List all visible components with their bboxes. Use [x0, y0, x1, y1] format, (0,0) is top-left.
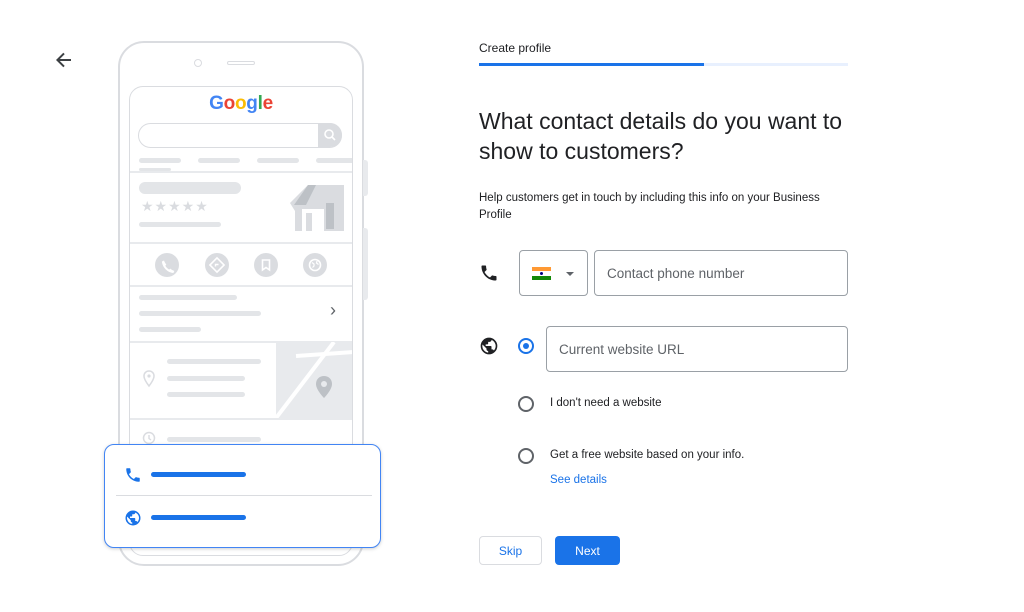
- arrow-back-icon: [56, 52, 71, 68]
- free-website-label[interactable]: Get a free website based on your info.: [550, 449, 744, 461]
- location-pin-icon: [143, 370, 155, 388]
- skip-button[interactable]: Skip: [479, 536, 542, 565]
- card-divider: [116, 495, 372, 496]
- website-url-radio[interactable]: [518, 338, 534, 354]
- mock-call-action: [155, 253, 179, 277]
- back-button[interactable]: [52, 48, 76, 72]
- phone-icon: [126, 468, 140, 482]
- mock-save-action: [254, 253, 278, 277]
- mock-line: [139, 327, 201, 332]
- india-flag-icon: [532, 267, 551, 280]
- phone-icon: [481, 265, 497, 281]
- mock-line: [167, 392, 245, 397]
- mock-divider: [130, 285, 352, 287]
- help-text: Help customers get in touch by including…: [479, 192, 820, 221]
- mock-tab: [139, 158, 181, 163]
- globe-icon: [480, 337, 498, 355]
- mock-tab: [198, 158, 240, 163]
- search-icon: [324, 129, 336, 141]
- phone-line-placeholder: [151, 472, 246, 477]
- phone-icon: [161, 260, 175, 273]
- globe-icon: [125, 510, 141, 526]
- country-code-select[interactable]: [519, 250, 588, 296]
- mock-tab: [257, 158, 299, 163]
- website-url-input[interactable]: [546, 326, 848, 372]
- logo-letter: G: [209, 93, 224, 114]
- mock-divider: [130, 418, 352, 420]
- google-logo: Google: [130, 93, 352, 115]
- mock-tab: [316, 158, 352, 163]
- mock-search-bar: [138, 123, 342, 148]
- clock-icon: [142, 431, 156, 445]
- mock-line: [139, 311, 261, 316]
- phone-camera: [194, 59, 202, 67]
- mock-directions-action: [205, 253, 229, 277]
- phone-number-input[interactable]: [594, 250, 848, 296]
- mock-rating-stars: ★★★★★: [141, 198, 209, 214]
- phone-speaker: [227, 61, 255, 65]
- progress-fill: [479, 63, 705, 66]
- mock-line: [167, 359, 261, 364]
- page-heading: What contact details do you want to show…: [479, 108, 843, 164]
- mock-website-action: [303, 253, 327, 277]
- next-button[interactable]: Next: [555, 536, 620, 565]
- mock-business-name: [139, 182, 241, 194]
- logo-letter: g: [246, 93, 258, 114]
- chevron-down-icon: [566, 272, 574, 276]
- logo-letter: o: [223, 93, 236, 114]
- step-label: Create profile: [479, 41, 552, 55]
- mock-line: [139, 295, 237, 300]
- mock-line: [167, 437, 261, 442]
- phone-side-button: [363, 228, 368, 300]
- website-line-placeholder: [151, 515, 246, 520]
- logo-letter: e: [262, 93, 274, 114]
- no-website-label[interactable]: I don't need a website: [550, 397, 662, 409]
- no-website-radio[interactable]: [518, 396, 534, 412]
- mock-search-button: [318, 123, 342, 147]
- contact-card-illustration: [104, 444, 381, 548]
- logo-letter: o: [234, 93, 247, 114]
- directions-icon: [208, 256, 226, 274]
- mock-line: [167, 376, 245, 381]
- free-website-radio[interactable]: [518, 448, 534, 464]
- mock-divider: [130, 242, 352, 244]
- phone-side-button: [363, 160, 368, 196]
- mock-line: [139, 222, 221, 227]
- globe-icon: [308, 258, 322, 272]
- mock-map: [276, 342, 352, 418]
- chevron-right-icon: ›: [330, 300, 336, 320]
- see-details-link[interactable]: See details: [550, 474, 607, 486]
- storefront-icon: [290, 185, 344, 231]
- mock-divider: [130, 171, 352, 173]
- bookmark-icon: [261, 259, 271, 272]
